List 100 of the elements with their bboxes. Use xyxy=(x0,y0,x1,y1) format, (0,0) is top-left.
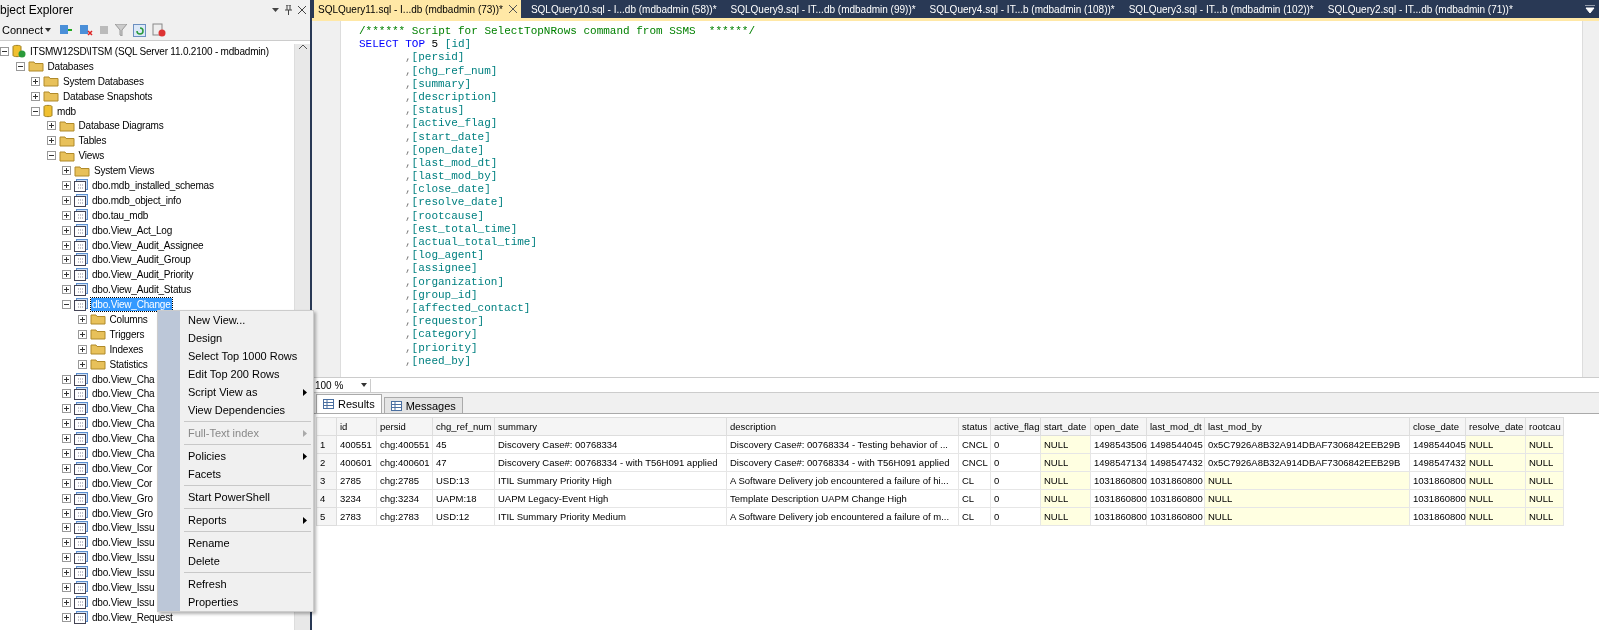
expander-icon[interactable] xyxy=(62,553,71,563)
tree-item[interactable]: dbo.View_Cha xyxy=(91,387,156,401)
expander-icon[interactable] xyxy=(62,225,71,235)
tree-item[interactable]: dbo.mdb_object_info xyxy=(91,193,183,207)
expander-icon[interactable] xyxy=(62,240,71,250)
tree-item[interactable]: dbo.View_Audit_Status xyxy=(91,283,193,297)
column-header[interactable]: id xyxy=(336,417,377,436)
document-tab[interactable]: SQLQuery2.sql - IT...db (mdbadmin (71))* xyxy=(1323,0,1517,18)
disconnect-icon[interactable] xyxy=(79,23,93,37)
tree-item[interactable]: dbo.View_Cor xyxy=(91,461,154,475)
results-tab[interactable]: Results xyxy=(316,394,382,413)
expander-icon[interactable] xyxy=(62,389,71,399)
tree-item[interactable]: dbo.View_Issu xyxy=(91,551,156,565)
connect-server-icon[interactable] xyxy=(59,23,73,37)
expander-icon[interactable] xyxy=(0,46,9,56)
tree-item[interactable]: ITSMW12SD\ITSM (SQL Server 11.0.2100 - mdbadmin) xyxy=(29,44,270,58)
column-header[interactable]: chg_ref_num xyxy=(432,417,495,436)
tree-item[interactable]: Indexes xyxy=(108,342,145,356)
document-tab[interactable]: SQLQuery9.sql - IT...db (mdbadmin (99))* xyxy=(726,0,920,18)
menu-item[interactable]: New View... xyxy=(158,311,313,329)
refresh-icon[interactable] xyxy=(133,23,146,37)
tree-item[interactable]: dbo.View_Cha xyxy=(91,402,156,416)
expander-icon[interactable] xyxy=(62,568,71,578)
tree-item[interactable]: Database Snapshots xyxy=(62,89,154,103)
tree-item[interactable]: dbo.View_Issu xyxy=(91,521,156,535)
column-header[interactable]: description xyxy=(726,417,959,436)
expander-icon[interactable] xyxy=(62,404,71,414)
expander-icon[interactable] xyxy=(62,210,71,220)
expander-icon[interactable] xyxy=(62,583,71,592)
expander-icon[interactable] xyxy=(62,523,71,533)
expander-icon[interactable] xyxy=(31,106,40,116)
menu-item[interactable]: Select Top 1000 Rows xyxy=(158,347,313,365)
expander-icon[interactable] xyxy=(77,344,87,354)
expander-icon[interactable] xyxy=(62,270,71,280)
menu-item[interactable]: Refresh xyxy=(158,570,313,593)
tree-item[interactable]: dbo.View_Audit_Priority xyxy=(91,268,195,282)
tree-item[interactable]: Database Diagrams xyxy=(77,119,165,133)
tree-item[interactable]: mdb xyxy=(56,104,77,118)
column-header[interactable]: rootcau xyxy=(1525,417,1564,436)
results-tab[interactable]: Messages xyxy=(383,397,463,413)
expander-icon[interactable] xyxy=(62,597,71,607)
document-tab[interactable]: SQLQuery4.sql - IT...b (mdbadmin (108))* xyxy=(925,0,1119,18)
menu-item[interactable]: Design xyxy=(158,329,313,347)
tree-item[interactable]: dbo.View_Issu xyxy=(91,536,156,550)
menu-item[interactable]: Policies xyxy=(158,442,313,465)
expander-icon[interactable] xyxy=(62,493,71,503)
menu-item[interactable]: Start PowerShell xyxy=(158,483,313,506)
expander-icon[interactable] xyxy=(31,76,40,86)
scroll-up-icon[interactable] xyxy=(298,44,307,49)
pin-icon[interactable] xyxy=(285,5,292,15)
expander-icon[interactable] xyxy=(62,255,71,265)
close-icon[interactable] xyxy=(298,6,306,14)
expander-icon[interactable] xyxy=(62,508,71,518)
tree-item[interactable]: dbo.View_Issu xyxy=(91,595,156,609)
expander-icon[interactable] xyxy=(62,285,71,295)
menu-item[interactable]: View Dependencies xyxy=(158,401,313,419)
close-icon[interactable] xyxy=(508,5,517,13)
tree-item[interactable]: dbo.View_Act_Log xyxy=(91,223,173,237)
tree-item[interactable]: dbo.View_Cha xyxy=(91,417,156,431)
connect-button[interactable]: Connect xyxy=(0,24,53,36)
tree-item[interactable]: dbo.View_Cha xyxy=(91,447,156,460)
document-tab[interactable]: SQLQuery3.sql - IT...b (mdbadmin (102))* xyxy=(1124,0,1318,18)
menu-item[interactable]: Script View as xyxy=(158,383,313,401)
column-header[interactable]: active_flag xyxy=(990,417,1041,436)
document-tab[interactable]: SQLQuery10.sql - I...db (mdbadmin (58))* xyxy=(526,0,721,18)
tree-item[interactable]: Columns xyxy=(108,312,149,326)
expander-icon[interactable] xyxy=(46,136,56,146)
expander-icon[interactable] xyxy=(62,166,71,176)
expander-icon[interactable] xyxy=(77,359,87,369)
zoom-dropdown[interactable]: 100 % xyxy=(312,378,371,392)
tree-item[interactable]: System Views xyxy=(93,164,156,178)
expander-icon[interactable] xyxy=(62,419,71,429)
tree-item[interactable]: Databases xyxy=(46,59,95,73)
document-tab[interactable]: SQLQuery11.sql - I...db (mdbadmin (73))* xyxy=(314,0,521,18)
tree-item[interactable]: dbo.View_Audit_Assignee xyxy=(91,238,205,252)
menu-item[interactable]: Properties xyxy=(158,593,313,611)
tree-item[interactable]: dbo.View_Issu xyxy=(91,581,156,594)
expander-icon[interactable] xyxy=(62,180,71,190)
column-header[interactable]: resolve_date xyxy=(1465,417,1526,436)
tree-item[interactable]: dbo.View_Gro xyxy=(91,491,154,505)
expander-icon[interactable] xyxy=(62,463,71,473)
tree-item[interactable]: Views xyxy=(77,149,105,163)
menu-item[interactable]: Facets xyxy=(158,465,313,483)
column-header[interactable]: summary xyxy=(494,417,727,436)
column-header[interactable]: last_mod_dt xyxy=(1146,417,1205,436)
tree-item[interactable]: dbo.mdb_installed_schemas xyxy=(91,178,215,192)
tree-item[interactable]: dbo.View_Audit_Group xyxy=(91,253,192,267)
expander-icon[interactable] xyxy=(46,121,56,131)
menu-item[interactable]: Reports xyxy=(158,506,313,529)
tree-item[interactable]: System Databases xyxy=(62,74,145,88)
expander-icon[interactable] xyxy=(77,329,87,339)
menu-item[interactable]: Rename xyxy=(158,529,313,552)
dropdown-icon[interactable] xyxy=(272,8,279,12)
column-header[interactable]: persid xyxy=(376,417,433,436)
activity-monitor-icon[interactable] xyxy=(152,23,166,37)
expander-icon[interactable] xyxy=(77,314,87,324)
scrollbar[interactable] xyxy=(1582,21,1599,377)
expander-icon[interactable] xyxy=(15,61,25,71)
expander-icon[interactable] xyxy=(62,449,71,458)
tree-item[interactable]: Statistics xyxy=(108,357,149,371)
